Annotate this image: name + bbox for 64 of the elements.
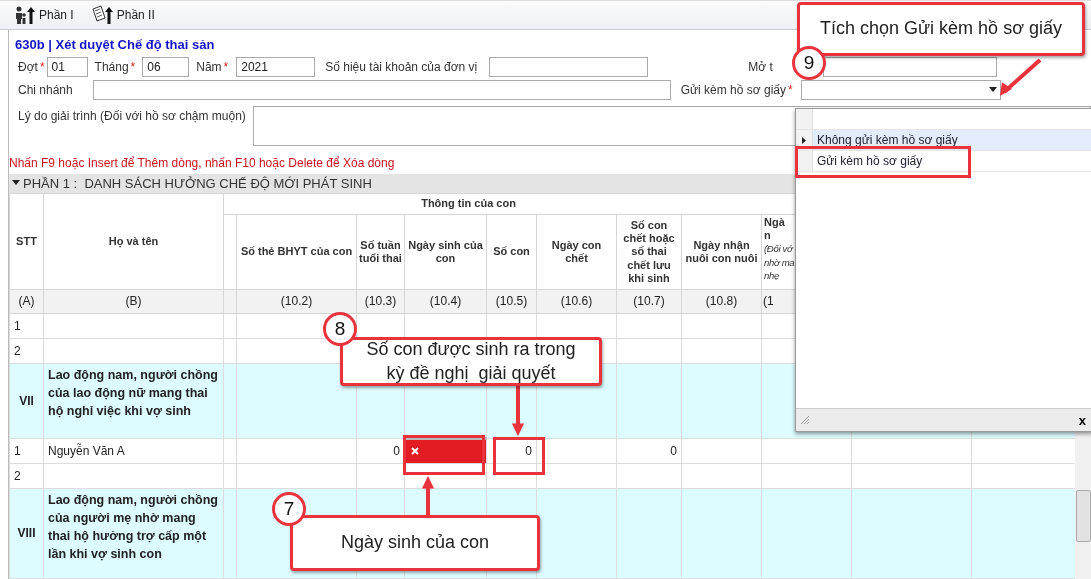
highlight-frame (493, 437, 545, 475)
document-upload-icon (91, 5, 114, 25)
row-pointer-icon (802, 136, 806, 144)
column-header: Ngày nhận nuôi con nuôi (681, 214, 762, 290)
row-number: 1 (9, 313, 44, 339)
section-title: PHẦN 1 : DANH SÁCH HƯỞNG CHẾ ĐỘ MỚI PHÁT SINH (23, 175, 372, 191)
dropdown-option[interactable]: Gửi kèm hồ sơ giấy (796, 151, 1091, 172)
input-field[interactable]: 06 (142, 57, 190, 78)
row-number: VIII (9, 488, 44, 579)
field-label: Tháng (94, 60, 129, 75)
scrollbar[interactable] (1075, 430, 1091, 579)
column-header: Số tuần tuổi thai (356, 214, 405, 290)
people-upload-icon (14, 5, 36, 25)
column-index: (B) (43, 289, 224, 314)
scroll-thumb[interactable] (1076, 490, 1091, 542)
field-label: Mở t (748, 60, 773, 75)
input-field[interactable] (822, 57, 997, 78)
callout: Tích chọn Gửi kèm hồ sơ giấy (797, 2, 1085, 56)
toolbar-button[interactable]: Phần I (12, 3, 76, 27)
column-header: Số con chết hoặc số thai chết lưu khi sinh (616, 214, 682, 290)
input-field[interactable]: 2021 (236, 57, 316, 78)
required-mark: * (788, 83, 793, 98)
column-header: Số thẻ BHYT của con (236, 214, 357, 290)
arrow (420, 474, 436, 516)
field-label: Gửi kèm hồ sơ giấy (680, 83, 786, 98)
field-label: Năm (196, 60, 222, 75)
input-field[interactable] (92, 80, 671, 101)
hint-text: Nhấn F9 hoặc Insert để Thêm dòng, nhấn F10 hoặc Delete để Xóa dòng (9, 154, 395, 172)
callout: Ngày sinh của con (290, 515, 540, 571)
group-title: Lao động nam, người chồng của lao động nữ mang thai hộ nghỉ việc khi vợ sinh (43, 363, 224, 439)
column-header: Ngày con chết (536, 214, 617, 290)
error-cell[interactable] (404, 438, 487, 464)
resize-grip-icon[interactable] (800, 415, 810, 425)
row-number: 2 (9, 463, 44, 489)
dropdown-field[interactable] (800, 80, 1001, 101)
column-index: (A) (9, 289, 44, 314)
row-number: 2 (9, 338, 44, 364)
required-mark: * (130, 60, 136, 75)
column-header: Ngày sinh của con (404, 214, 487, 290)
row-number: VII (9, 363, 44, 439)
input-field[interactable]: 01 (46, 57, 88, 78)
close-button[interactable]: x (1078, 412, 1086, 428)
row-number: 1 (9, 438, 44, 464)
column-header: Họ và tên (43, 193, 224, 290)
column-header: Số con (486, 214, 537, 290)
field-label: Chi nhánh (18, 83, 73, 98)
column-index: (10.2) (236, 289, 357, 314)
group-title: Lao động nam, người chồng của người mẹ nhờ mang thai hộ hưởng trợ cấp một lần khi vợ sinh con (43, 488, 224, 579)
field-label: Đợt (18, 60, 38, 75)
field-label: Số hiệu tài khoản của đơn vị (325, 60, 478, 75)
input-field[interactable] (489, 57, 649, 78)
field-label: Lý do giải trình (Đối với hồ sơ chậm muộn) (18, 108, 246, 123)
callout: Số con được sinh ra trong kỳ đề nghị giải quyết (340, 337, 602, 386)
required-mark: * (39, 60, 45, 75)
caret-icon (988, 87, 997, 94)
error-icon (411, 447, 419, 456)
required-mark: * (223, 60, 229, 75)
arrow (510, 384, 526, 438)
step-number: 9 (792, 46, 826, 80)
empty-option-row[interactable] (796, 109, 1091, 130)
column-header: STT (9, 193, 44, 290)
toolbar-button[interactable]: Phần II (89, 3, 157, 27)
form-title: 630b | Xét duyệt Chế độ thai sản (14, 36, 215, 54)
name-cell: Nguyễn Văn A (43, 438, 224, 464)
